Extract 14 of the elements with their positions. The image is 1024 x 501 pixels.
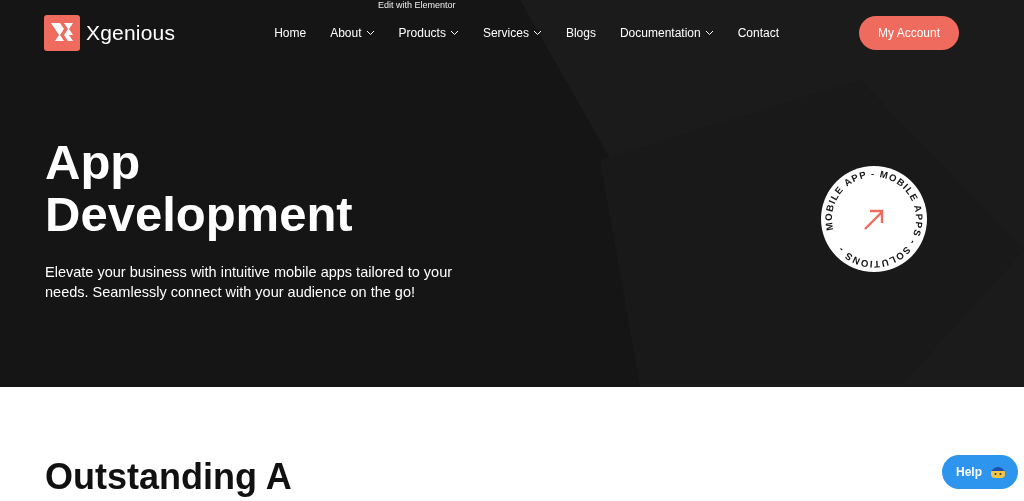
nav-link[interactable]: Contact	[737, 26, 780, 40]
hero-description: Elevate your business with intuitive mobile apps tailored to your needs. Seamlessly connect with your audience on the go!	[45, 263, 454, 302]
nav-link[interactable]: Home	[274, 26, 307, 40]
hero-title: App Development	[45, 136, 354, 240]
nav-link[interactable]: Products	[398, 26, 459, 40]
nav-link[interactable]: Services	[482, 26, 542, 40]
logo-icon[interactable]	[44, 15, 80, 51]
nav-link[interactable]: Blogs	[565, 26, 596, 40]
section-heading: Outstanding A	[45, 457, 292, 497]
mascot-icon	[990, 465, 1006, 479]
brand-name[interactable]: Xgenious	[86, 21, 176, 45]
nav-link[interactable]: About	[330, 26, 375, 40]
editor-label[interactable]: Edit with Elementor	[378, 0, 456, 10]
nav-link[interactable]: Documentation	[619, 26, 714, 40]
